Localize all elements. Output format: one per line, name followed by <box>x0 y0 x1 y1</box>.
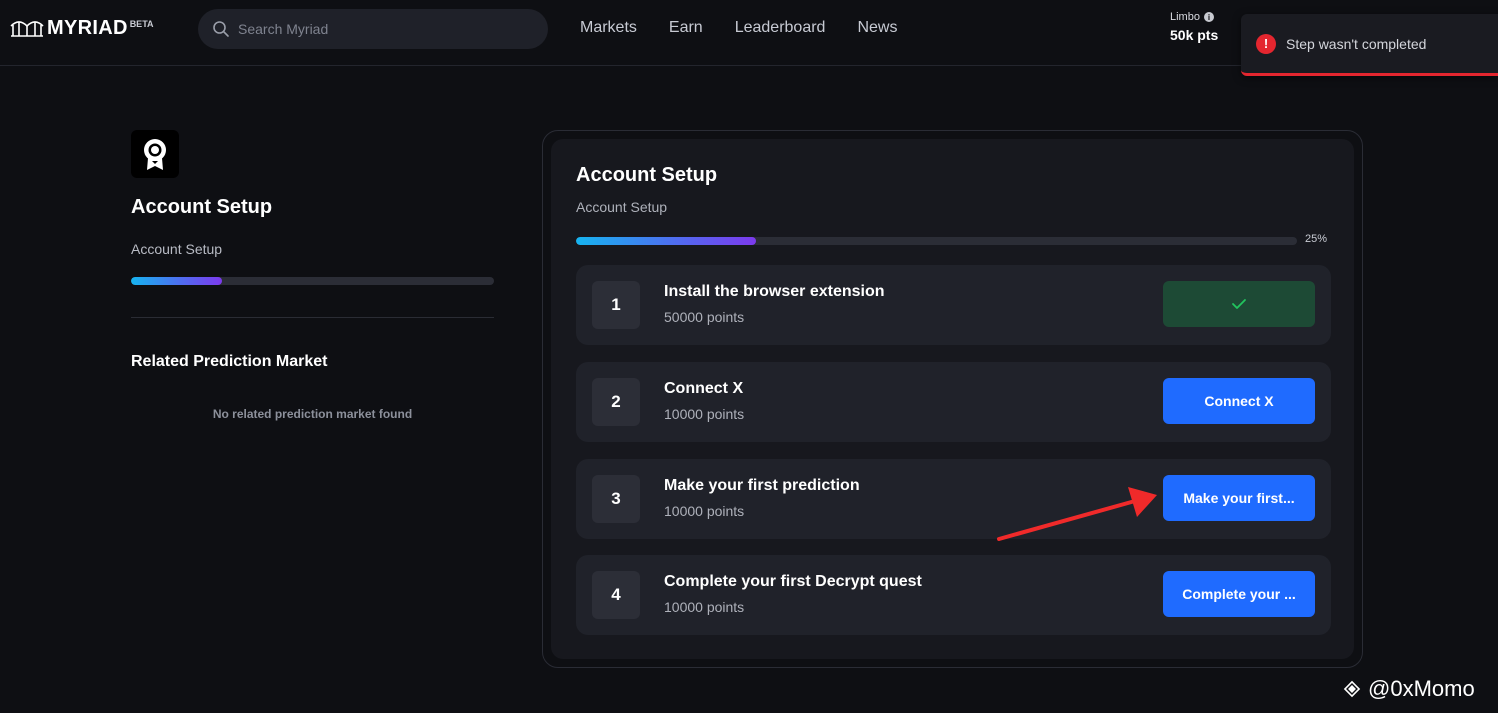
sidebar-progress-fill <box>131 277 222 285</box>
account-setup-card: Account Setup Account Setup 25% 1 Instal… <box>551 139 1354 659</box>
step-title: Complete your first Decrypt quest <box>664 573 922 590</box>
search-input[interactable] <box>238 21 538 37</box>
error-icon: ! <box>1256 33 1276 54</box>
nav-earn[interactable]: Earn <box>669 19 703 37</box>
nav-news[interactable]: News <box>857 19 897 37</box>
award-ribbon-icon <box>144 139 166 170</box>
step-completed-button[interactable] <box>1163 281 1315 327</box>
main-nav: Markets Earn Leaderboard News <box>580 19 929 37</box>
quest-badge <box>131 130 179 178</box>
beta-badge: BETA <box>129 19 154 29</box>
quest-sidebar: Account Setup Account Setup Related Pred… <box>131 130 494 421</box>
error-toast[interactable]: ! Step wasn't completed <box>1241 14 1498 76</box>
logo[interactable]: MYRIAD BETA <box>10 16 154 42</box>
step-points: 10000 points <box>664 599 745 615</box>
progress-percent: 25% <box>1305 233 1328 245</box>
watermark-text: @0xMomo <box>1368 676 1475 701</box>
info-icon[interactable]: i <box>1203 12 1214 22</box>
diamond-logo-icon <box>1343 680 1361 698</box>
annotation-arrow-icon <box>997 487 1157 541</box>
card-subtitle: Account Setup <box>576 199 668 215</box>
step-item: 1 Install the browser extension 50000 po… <box>576 265 1331 345</box>
points-label: Limbo <box>1170 11 1200 23</box>
card-progress-bar <box>576 237 1297 245</box>
logo-text: MYRIAD <box>47 17 128 39</box>
step-number: 4 <box>592 571 640 619</box>
points-display[interactable]: Limbo i 50k pts <box>1170 11 1218 43</box>
search-icon <box>213 21 229 37</box>
watermark: @0xMomo <box>1340 676 1475 702</box>
connect-x-button[interactable]: Connect X <box>1163 378 1315 424</box>
step-item: 4 Complete your first Decrypt quest 1000… <box>576 555 1331 635</box>
card-title: Account Setup <box>576 164 718 186</box>
sidebar-subtitle: Account Setup <box>131 241 223 257</box>
complete-quest-button[interactable]: Complete your ... <box>1163 571 1315 617</box>
nav-markets[interactable]: Markets <box>580 19 637 37</box>
related-market-empty: No related prediction market found <box>212 407 413 421</box>
step-title: Make your first prediction <box>664 477 860 494</box>
nav-leaderboard[interactable]: Leaderboard <box>735 19 826 37</box>
divider <box>131 317 494 318</box>
step-item: 2 Connect X 10000 points Connect X <box>576 362 1331 442</box>
step-title: Install the browser extension <box>664 283 885 300</box>
points-label-row: Limbo i <box>1170 11 1218 23</box>
account-setup-panel: Account Setup Account Setup 25% 1 Instal… <box>542 130 1363 668</box>
step-number: 2 <box>592 378 640 426</box>
step-number: 3 <box>592 475 640 523</box>
step-number: 1 <box>592 281 640 329</box>
sidebar-progress-bar <box>131 277 494 285</box>
sidebar-title: Account Setup <box>131 196 273 218</box>
related-market-title: Related Prediction Market <box>131 353 328 370</box>
step-points: 50000 points <box>664 309 745 325</box>
search-bar[interactable] <box>198 9 548 49</box>
make-prediction-button[interactable]: Make your first... <box>1163 475 1315 521</box>
check-icon <box>1232 299 1246 309</box>
step-item: 3 Make your first prediction 10000 point… <box>576 459 1331 539</box>
card-progress-fill <box>576 237 757 245</box>
points-value: 50k pts <box>1170 27 1219 43</box>
toast-message: Step wasn't completed <box>1286 35 1427 52</box>
step-points: 10000 points <box>664 503 745 519</box>
step-points: 10000 points <box>664 406 745 422</box>
step-title: Connect X <box>664 380 744 397</box>
bridge-logo-icon <box>10 21 44 37</box>
